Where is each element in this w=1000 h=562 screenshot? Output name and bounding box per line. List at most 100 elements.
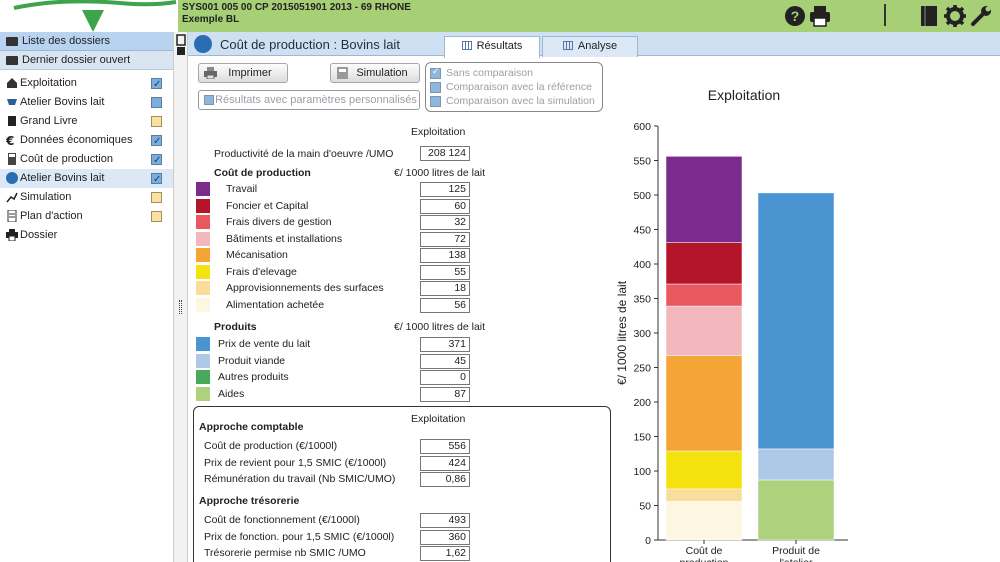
row-label: Bâtiments et installations [226,232,343,245]
custom-results-checkbox[interactable] [204,95,214,105]
gear-icon[interactable] [942,3,968,29]
color-swatch [196,297,210,312]
grid-icon [562,41,573,50]
euro-icon: € [6,134,14,146]
simulation-button-label: Simulation [356,67,408,79]
sidebar-splitter[interactable] [174,32,188,562]
bar-segment [665,501,743,541]
print-icon[interactable] [807,3,833,29]
y-axis-label: €/ 1000 litres de lait [615,280,629,385]
option-label: Comparaison avec la simulation [446,95,595,107]
top-bar: SYS001 005 00 CP 2015051901 2013 - 69 RH… [0,0,1000,32]
custom-results-label: Résultats avec paramètres personnalisés [215,94,417,106]
bar-segment [665,355,743,452]
row-value: 87 [420,386,470,402]
row-label: Mécanisation [226,249,288,261]
option-comparaison-simulation[interactable]: Comparaison avec la simulation [430,95,595,107]
sidebar-item-2[interactable]: Atelier Bovins lait [0,93,173,112]
y-tick-label: 500 [633,190,651,202]
sidebar-item-5[interactable]: Coût de production [0,150,173,170]
row-label: Prix de revient pour 1,5 SMIC (€/1000l) [204,456,387,469]
svg-text:?: ? [791,8,800,24]
sidebar-item-4[interactable]: € Données économiques [0,131,173,151]
tab-analyse[interactable]: Analyse [542,36,638,57]
sidebar-item-checkbox[interactable] [151,132,162,151]
trend-icon [6,192,18,203]
sidebar-item-checkbox[interactable] [151,151,162,170]
sidebar-item-1[interactable]: Exploitation [0,74,173,94]
y-tick-label: 50 [639,501,651,513]
option-checkbox[interactable] [430,96,441,107]
row-label: Coût de production (€/1000l) [204,440,338,452]
row-label: Autres produits [218,371,289,383]
calculator-icon [8,153,16,165]
simulation-button[interactable]: Simulation [330,63,420,83]
row-value: 493 [420,513,470,528]
sidebar-item-checkbox[interactable] [151,211,162,222]
row-label: Produit viande [218,354,286,367]
sidebar-item-label: Données économiques [20,134,133,146]
color-swatch [196,370,210,384]
row-label: Frais divers de gestion [226,216,332,228]
row-value: 125 [420,182,470,197]
option-comparaison-reference[interactable]: Comparaison avec la référence [430,81,592,93]
print-button-label: Imprimer [228,67,272,79]
color-swatch [196,281,210,295]
file-subtitle: Exemple BL [182,14,240,25]
sidebar-item-checkbox[interactable] [151,192,162,203]
book-icon[interactable] [916,3,942,29]
print-button[interactable]: Imprimer [198,63,288,83]
view-title-bar: Coût de production : Bovins lait Résulta… [188,32,1000,58]
folder-list-header[interactable]: Liste des dossiers [0,32,173,51]
y-tick-label: 300 [633,328,651,340]
sidebar-item-checkbox[interactable] [151,170,162,189]
sidebar-item-9[interactable]: Dossier [0,226,173,245]
bar-segment [665,156,743,243]
help-icon[interactable]: ? [782,3,808,29]
last-folder-header[interactable]: Dernier dossier ouvert [0,51,173,70]
sidebar-item-label: Coût de production [20,153,113,165]
tresorerie-title: Approche trésorerie [199,495,300,507]
row-label: Approvisionnements des surfaces [226,282,384,294]
x-tick-label: Coût de [686,545,723,557]
sidebar-item-checkbox[interactable] [151,75,162,94]
row-label: Rémunération du travail (Nb SMIC/UMO) [204,473,396,485]
y-tick-label: 200 [633,397,651,409]
x-tick-label: l'atelier [780,557,813,562]
option-checkbox[interactable] [430,66,441,79]
row-value: 360 [420,529,470,545]
custom-results-button[interactable]: Résultats avec paramètres personnalisés [198,90,420,110]
y-tick-label: 150 [633,432,651,444]
bar-segment [665,242,743,285]
row-value: 556 [420,439,470,454]
chart-title: Exploitation [708,87,780,103]
bar-segment [757,448,835,481]
row-label: Prix de vente du lait [218,338,311,350]
productivity-label: Productivité de la main d'oeuvre /UMO [214,148,394,160]
page-title: Coût de production : Bovins lait [220,37,400,52]
wrench-icon[interactable] [968,3,994,29]
truck-icon [194,35,212,53]
sidebar-item-6[interactable]: Atelier Bovins lait [0,169,173,189]
sidebar-item-label: Plan d'action [20,210,83,222]
row-label: Foncier et Capital [226,199,309,212]
row-label: Aides [218,387,245,400]
splitter-grip[interactable] [179,300,182,314]
color-swatch [196,215,210,229]
sidebar-item-checkbox[interactable] [151,97,162,108]
column-header: Exploitation [411,126,466,138]
sidebar-item-7[interactable]: Simulation [0,188,173,207]
option-checkbox[interactable] [430,82,441,93]
sidebar-item-3[interactable]: Grand Livre [0,112,173,131]
tab-resultats[interactable]: Résultats [444,36,540,58]
comptable-title: Approche comptable [199,421,304,433]
approche-column-header: Exploitation [411,413,466,425]
row-label: Prix de fonction. pour 1,5 SMIC (€/1000l… [204,530,395,543]
folder-list-label: Liste des dossiers [22,34,111,47]
pin-icon[interactable] [176,32,186,58]
option-sans-comparaison[interactable]: Sans comparaison [430,66,533,79]
sidebar-item-checkbox[interactable] [151,116,162,127]
svg-text:€: € [6,134,14,146]
sidebar-item-8[interactable]: Plan d'action [0,207,173,226]
logo-graphic [13,0,177,32]
